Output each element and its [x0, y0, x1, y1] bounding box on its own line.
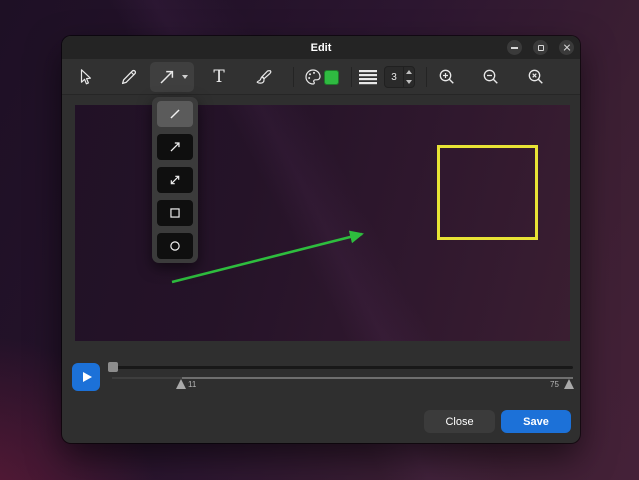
trim-track-left[interactable]: [112, 377, 182, 379]
palette-button[interactable]: [299, 62, 327, 92]
toolbar-separator: [351, 67, 352, 87]
rectangle-annotation: [437, 145, 538, 240]
text-tool-icon: T: [213, 67, 224, 87]
edit-window: Edit T: [62, 36, 580, 443]
toolbar-separator: [426, 67, 427, 87]
play-button[interactable]: [72, 363, 100, 391]
chevron-down-icon: [182, 75, 188, 79]
shape-menu: [152, 97, 198, 263]
save-button[interactable]: Save: [501, 410, 571, 433]
shape-menu-item-ellipse[interactable]: [157, 233, 193, 259]
ellipse-shape-icon: [166, 237, 184, 255]
arrow-shape-icon: [166, 138, 184, 156]
playhead-handle[interactable]: [108, 362, 118, 372]
shape-menu-item-arrow[interactable]: [157, 134, 193, 160]
trim-start-handle[interactable]: [176, 379, 186, 389]
brush-icon: [254, 67, 274, 87]
play-icon: [83, 372, 92, 382]
playhead-track[interactable]: [112, 366, 573, 369]
trim-track-selected[interactable]: [182, 377, 573, 379]
line-width-icon-button: [356, 62, 380, 92]
trim-end-label: 75: [550, 380, 559, 389]
zoom-out-button[interactable]: [474, 62, 508, 92]
window-controls: [507, 40, 574, 55]
palette-icon: [303, 67, 323, 87]
toolbar: T 3: [62, 59, 580, 95]
minimize-icon: [511, 47, 518, 49]
pencil-tool-button[interactable]: [112, 62, 146, 92]
spin-up-icon: [406, 70, 412, 74]
minimize-button[interactable]: [507, 40, 522, 55]
maximize-button[interactable]: [533, 40, 548, 55]
zoom-in-icon: [437, 67, 457, 87]
trim-end-handle[interactable]: [564, 379, 574, 389]
spin-up-button[interactable]: [404, 67, 414, 77]
zoom-original-button[interactable]: [519, 62, 553, 92]
close-button[interactable]: Close: [424, 410, 495, 433]
toolbar-separator: [293, 67, 294, 87]
line-width-spinbox[interactable]: 3: [384, 66, 415, 88]
rectangle-shape-icon: [166, 204, 184, 222]
edit-canvas[interactable]: [75, 105, 570, 341]
arrow-northeast-icon: [157, 67, 177, 87]
shape-menu-item-line[interactable]: [157, 101, 193, 127]
trim-start-label: 11: [188, 380, 196, 389]
spin-down-icon: [406, 80, 412, 84]
spin-down-button[interactable]: [404, 77, 414, 87]
shape-menu-item-rectangle[interactable]: [157, 200, 193, 226]
shape-tool-button[interactable]: [150, 62, 194, 92]
maximize-icon: [538, 45, 544, 51]
double-arrow-shape-icon: [166, 171, 184, 189]
titlebar: Edit: [62, 36, 580, 59]
pointer-tool-button[interactable]: [68, 62, 102, 92]
line-shape-icon: [166, 105, 184, 123]
pointer-icon: [75, 67, 95, 87]
zoom-original-icon: [526, 67, 546, 87]
zoom-in-button[interactable]: [430, 62, 464, 92]
color-swatch[interactable]: [324, 70, 339, 85]
line-width-value[interactable]: 3: [385, 67, 403, 87]
close-window-button[interactable]: [559, 40, 574, 55]
zoom-out-icon: [481, 67, 501, 87]
brush-tool-button[interactable]: [247, 62, 281, 92]
shape-menu-item-double-arrow[interactable]: [157, 167, 193, 193]
line-width-icon: [358, 68, 378, 86]
pencil-icon: [119, 67, 139, 87]
window-title: Edit: [311, 42, 332, 54]
text-tool-button[interactable]: T: [202, 62, 236, 92]
